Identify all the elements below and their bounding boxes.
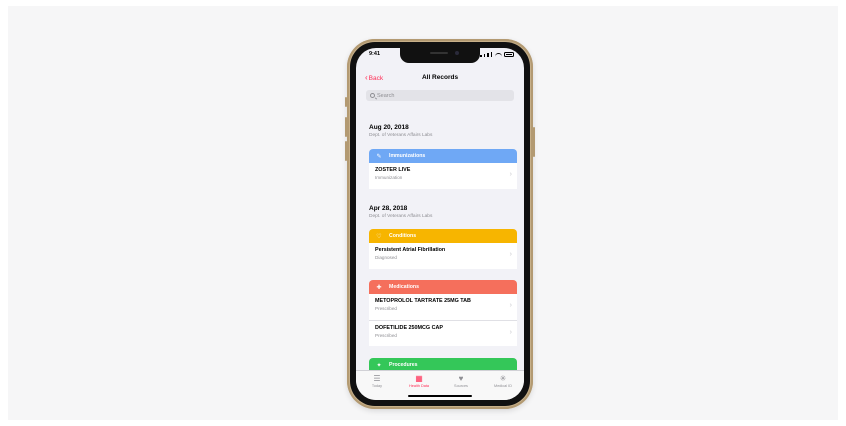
syringe-icon: ✎ — [376, 153, 382, 160]
signal-bar — [487, 53, 489, 57]
record-title: ZOSTER LIVE — [375, 167, 411, 173]
record-card: ZOSTER LIVE Immunization › — [369, 163, 517, 189]
category-label: Conditions — [389, 233, 417, 239]
tab-medical-id[interactable]: ✳ Medical ID — [485, 374, 521, 400]
record-title: METOPROLOL TARTRATE 25MG TAB — [375, 298, 471, 304]
front-camera — [455, 51, 459, 55]
section-date: Apr 28, 2018 — [369, 205, 408, 212]
record-title: Persistent Atrial Fibrillation — [375, 247, 446, 253]
record-row[interactable]: Persistent Atrial Fibrillation Diagnosed… — [369, 243, 517, 269]
navigation-bar: ‹ Back All Records — [356, 72, 524, 86]
background-panel: 9:41 ‹ Back All Records Search Aug 20, 2… — [8, 6, 838, 420]
volume-up-button — [345, 117, 347, 137]
medical-id-icon: ✳ — [499, 374, 507, 383]
category-label: Procedures — [389, 362, 418, 368]
search-field[interactable]: Search — [366, 90, 514, 101]
page-title: All Records — [421, 74, 459, 81]
category-header-immunizations[interactable]: ✎ Immunizations — [369, 149, 517, 163]
category-label: Immunizations — [389, 153, 426, 159]
home-indicator[interactable] — [408, 395, 472, 397]
category-header-medications[interactable]: ✚ Medications — [369, 280, 517, 294]
notch — [400, 48, 480, 63]
record-row[interactable]: METOPROLOL TARTRATE 25MG TAB Prescribed … — [369, 294, 517, 320]
search-icon — [370, 93, 375, 98]
category-label: Medications — [389, 284, 419, 290]
chevron-right-icon: › — [509, 171, 512, 178]
tab-today[interactable]: ☰ Today — [359, 374, 395, 400]
speaker-grille — [430, 52, 448, 54]
record-subtitle: Prescribed — [375, 306, 397, 311]
record-card: Persistent Atrial Fibrillation Diagnosed… — [369, 243, 517, 269]
sources-icon: ♥ — [458, 374, 464, 383]
record-title: DOFETILIDE 250MCG CAP — [375, 325, 443, 331]
phone-screen: 9:41 ‹ Back All Records Search Aug 20, 2… — [356, 48, 524, 400]
status-time: 9:41 — [369, 51, 381, 57]
procedure-icon: ✦ — [376, 362, 382, 369]
mute-switch — [345, 97, 347, 107]
tab-label: Medical ID — [494, 384, 512, 388]
category-header-conditions[interactable]: ♡ Conditions — [369, 229, 517, 243]
tab-label: Sources — [454, 384, 468, 388]
record-card: METOPROLOL TARTRATE 25MG TAB Prescribed … — [369, 294, 517, 346]
tab-label: Health Data — [408, 384, 430, 388]
phone-bezel: 9:41 ‹ Back All Records Search Aug 20, 2… — [350, 42, 530, 406]
chevron-right-icon: › — [509, 329, 512, 336]
tab-bar: ☰ Today ▦ Health Data ♥ Sources ✳ Medica… — [356, 370, 524, 400]
signal-bar — [483, 54, 485, 57]
health-data-icon: ▦ — [415, 374, 423, 383]
chevron-right-icon: › — [509, 302, 512, 309]
search-placeholder: Search — [377, 92, 395, 99]
signal-icon — [480, 55, 482, 57]
tab-label: Today — [371, 384, 383, 388]
today-icon: ☰ — [373, 374, 381, 383]
chevron-right-icon: › — [509, 251, 512, 258]
section-source: Dept. of Veterans Affairs Labs — [369, 133, 433, 138]
volume-down-button — [345, 141, 347, 161]
signal-bar — [490, 52, 492, 57]
section-source: Dept. of Veterans Affairs Labs — [369, 214, 433, 219]
record-row[interactable]: DOFETILIDE 250MCG CAP Prescribed › — [369, 320, 517, 346]
wifi-icon — [495, 53, 502, 57]
battery-icon — [504, 52, 514, 57]
section-date: Aug 20, 2018 — [369, 124, 409, 131]
record-subtitle: Diagnosed — [375, 255, 397, 260]
status-icons — [480, 52, 514, 57]
side-button — [533, 127, 535, 157]
record-row[interactable]: ZOSTER LIVE Immunization › — [369, 163, 517, 189]
pill-icon: ✚ — [376, 284, 382, 291]
record-subtitle: Immunization — [375, 175, 403, 180]
stethoscope-icon: ♡ — [376, 233, 382, 240]
iphone-device: 9:41 ‹ Back All Records Search Aug 20, 2… — [345, 39, 535, 409]
record-subtitle: Prescribed — [375, 333, 397, 338]
